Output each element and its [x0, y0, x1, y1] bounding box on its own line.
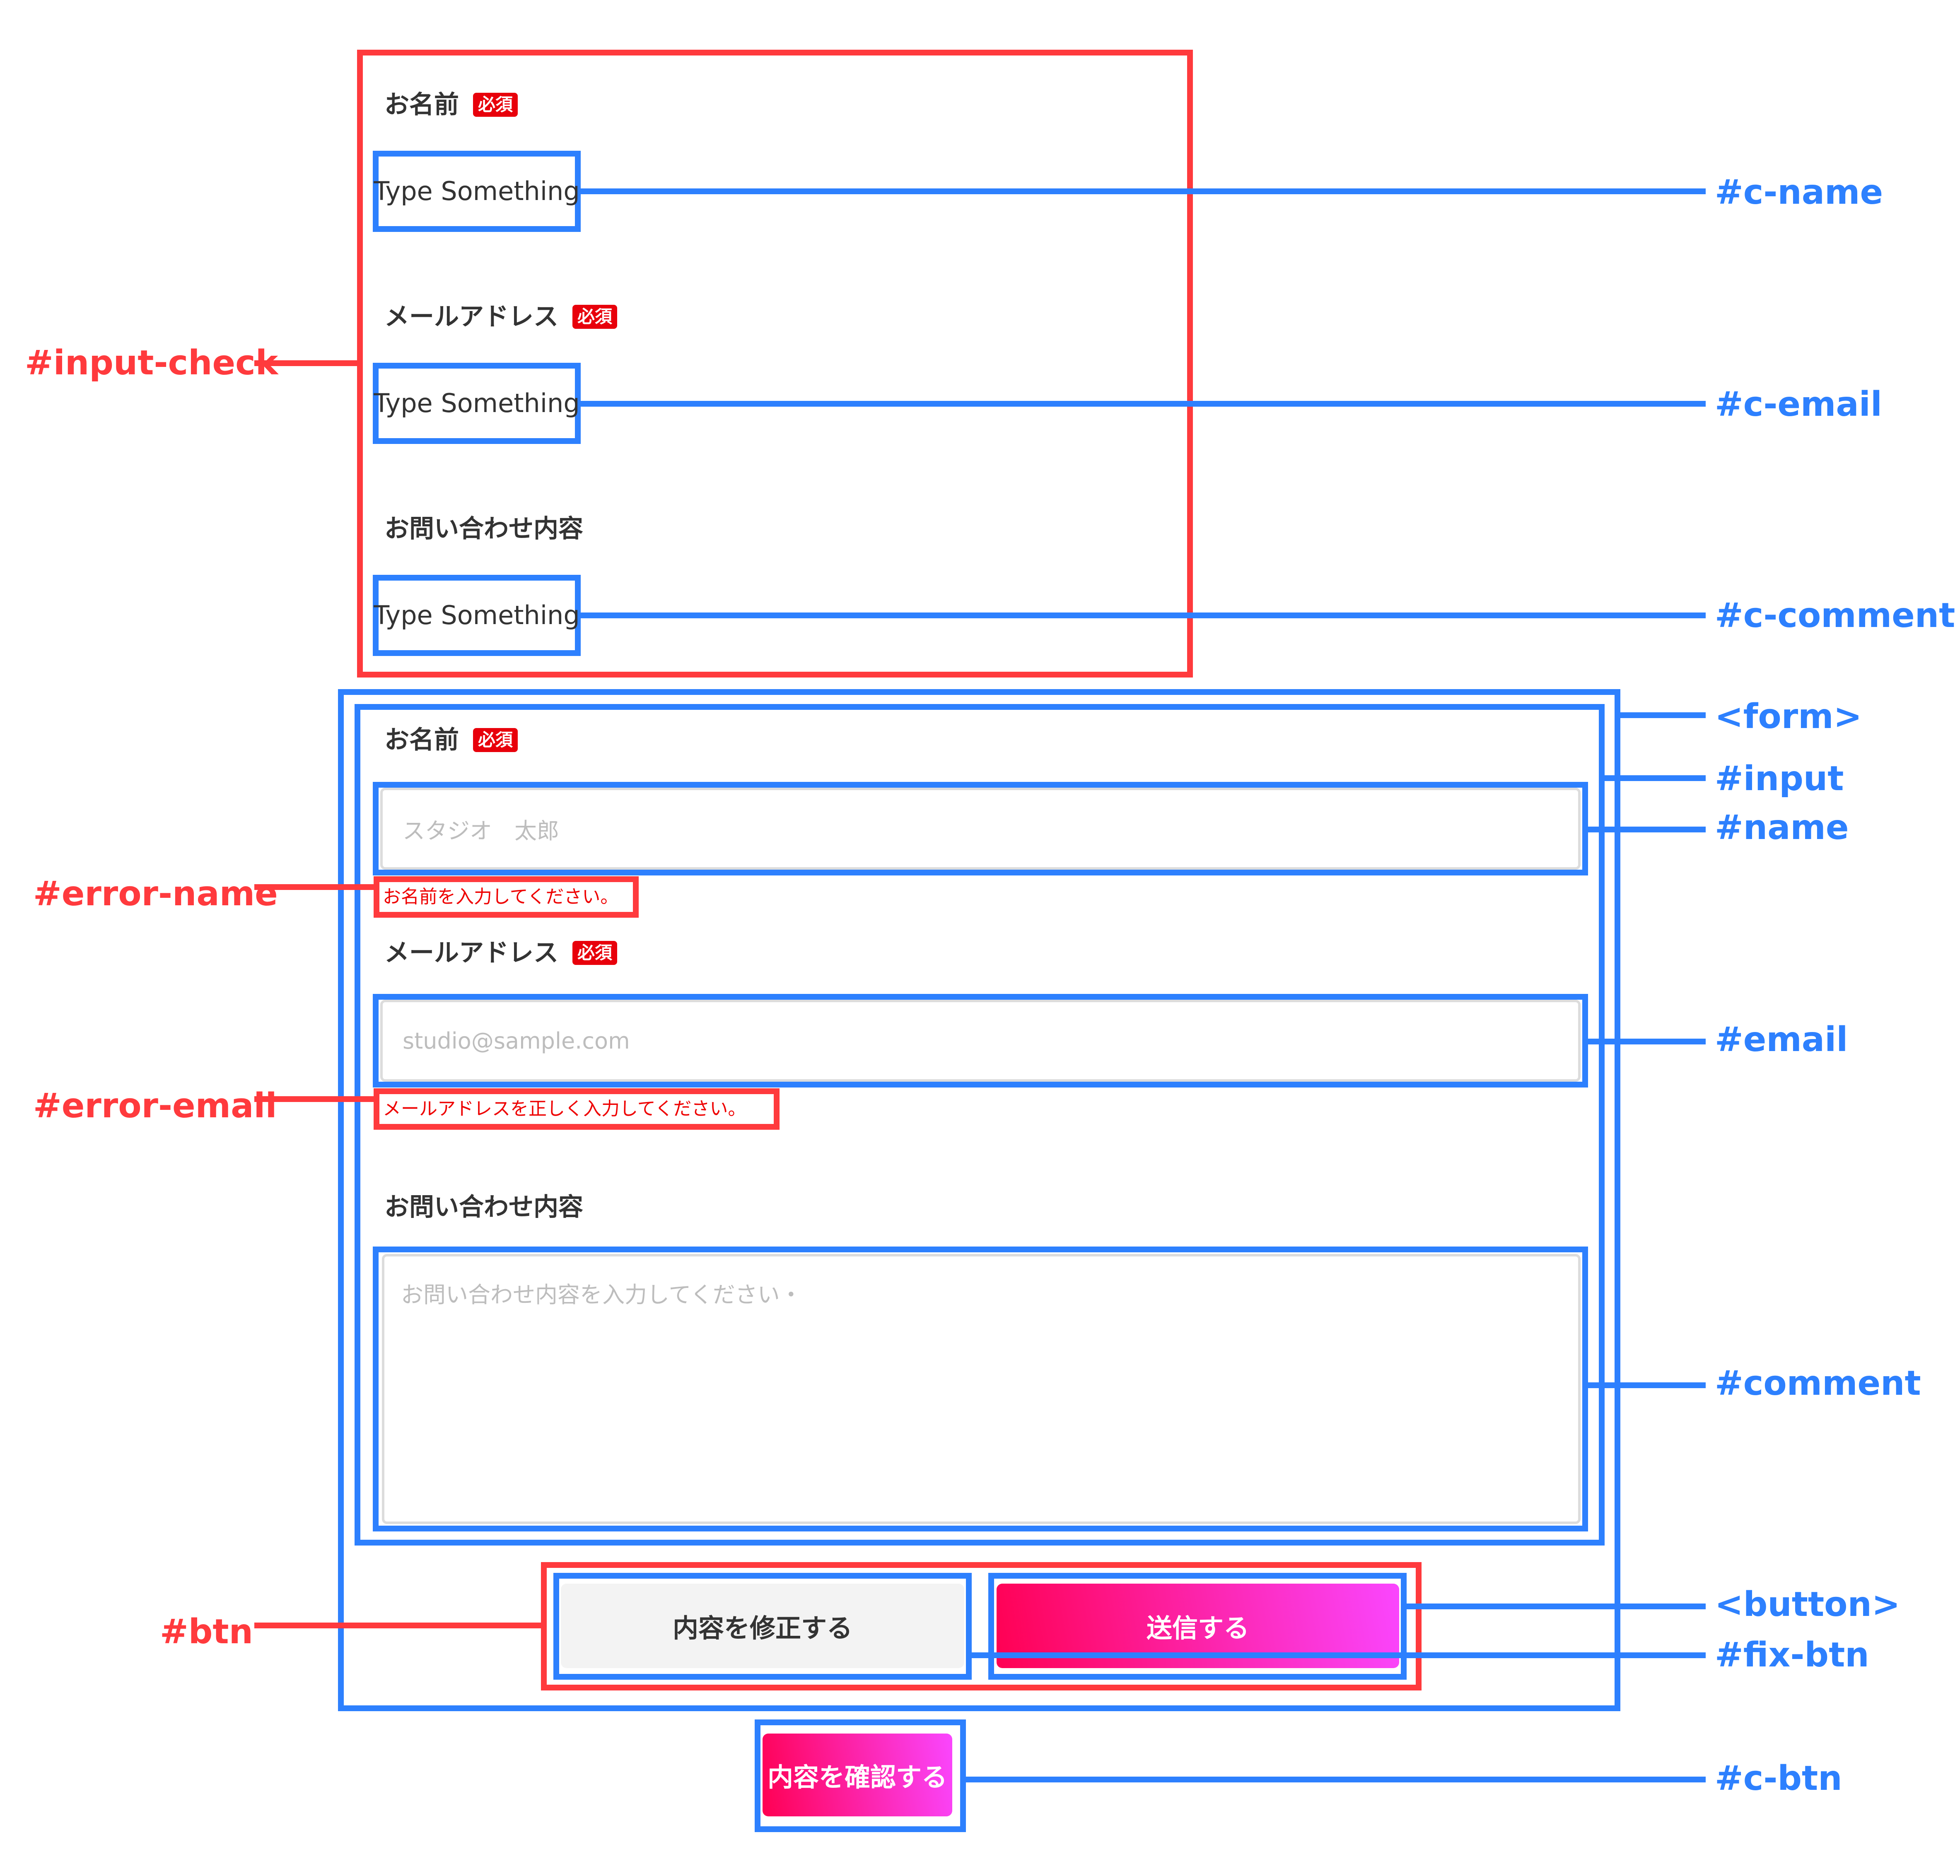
name-placeholder: スタジオ 太郎 [403, 817, 559, 844]
error-email: メールアドレスを正しく入力してください。 [374, 1088, 780, 1130]
callout-form-line [1620, 712, 1706, 718]
callout-button: <button> [1715, 1585, 1900, 1624]
name-input[interactable]: スタジオ 太郎 [380, 788, 1581, 870]
callout-btn: #btn [160, 1612, 253, 1652]
email-label-text: メールアドレス [384, 938, 558, 967]
callout-error-email-line [254, 1096, 374, 1102]
callout-email: #email [1715, 1020, 1848, 1059]
email-placeholder: studio@sample.com [403, 1027, 630, 1054]
callout-name: #name [1715, 808, 1849, 847]
c-comment-value: Type Something [373, 575, 581, 656]
submit-btn-outline: 送信する [988, 1573, 1407, 1680]
email-input[interactable]: studio@sample.com [380, 1000, 1581, 1082]
c-name-label-text: お名前 [384, 90, 459, 119]
required-badge: 必須 [572, 304, 618, 329]
c-name-label: お名前 必須 [384, 90, 518, 119]
c-name-connector [581, 188, 1706, 194]
c-comment-connector [581, 612, 1706, 618]
callout-email-line [1588, 1039, 1706, 1044]
comment-textarea[interactable]: お問い合わせ内容を入力してください・ [382, 1254, 1581, 1524]
callout-form: <form> [1715, 697, 1862, 736]
callout-c-btn: #c-btn [1715, 1759, 1842, 1798]
required-badge: 必須 [473, 728, 518, 752]
callout-c-comment: #c-comment [1715, 596, 1955, 635]
callout-error-email: #error-email [33, 1086, 277, 1126]
callout-fix-btn: #fix-btn [1715, 1635, 1869, 1675]
name-label-text: お名前 [384, 726, 459, 755]
callout-c-name: #c-name [1715, 173, 1883, 212]
callout-btn-line [254, 1623, 542, 1628]
name-label: お名前 必須 [384, 726, 518, 755]
comment-placeholder: お問い合わせ内容を入力してください・ [401, 1282, 802, 1308]
callout-name-line [1588, 827, 1706, 832]
email-label: メールアドレス 必須 [384, 938, 618, 967]
callout-input-line [1605, 775, 1706, 781]
callout-c-btn-line [966, 1777, 1706, 1782]
callout-error-name: #error-name [33, 874, 278, 914]
callout-input: #input [1715, 759, 1844, 798]
callout-fix-btn-line [972, 1652, 1706, 1658]
comment-label-text: お問い合わせ内容 [384, 1193, 583, 1222]
required-badge: 必須 [572, 940, 618, 965]
email-field-outline: studio@sample.com [373, 994, 1588, 1088]
comment-label: お問い合わせ内容 [384, 1193, 583, 1222]
error-name: お名前を入力してください。 [374, 876, 639, 918]
c-name-value: Type Something [373, 151, 581, 232]
fix-btn-outline: 内容を修正する [553, 1573, 972, 1680]
c-email-connector [581, 401, 1706, 407]
callout-c-email: #c-email [1715, 385, 1882, 424]
name-field-outline: スタジオ 太郎 [373, 782, 1588, 875]
callout-button-line [1407, 1604, 1706, 1609]
c-comment-label-text: お問い合わせ内容 [384, 514, 583, 543]
callout-input-check-line [254, 360, 363, 366]
required-badge: 必須 [473, 92, 518, 117]
callout-input-check: #input-check [25, 343, 278, 383]
callout-comment: #comment [1715, 1364, 1921, 1403]
c-comment-label: お問い合わせ内容 [384, 514, 583, 543]
fix-button[interactable]: 内容を修正する [561, 1584, 964, 1668]
c-email-label-text: メールアドレス [384, 302, 558, 331]
comment-field-outline: お問い合わせ内容を入力してください・ [373, 1247, 1588, 1531]
callout-error-name-line [254, 884, 374, 890]
c-email-label: メールアドレス 必須 [384, 302, 618, 331]
c-email-value: Type Something [373, 363, 581, 444]
confirm-button[interactable]: 内容を確認する [763, 1734, 952, 1816]
callout-comment-line [1588, 1382, 1706, 1388]
